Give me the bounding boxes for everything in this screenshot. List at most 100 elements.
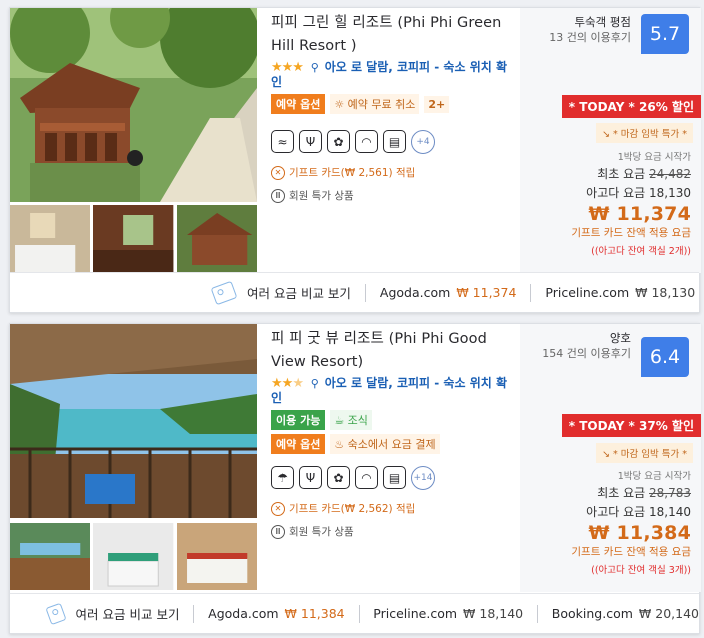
divider: [364, 283, 366, 302]
divider: [530, 283, 532, 302]
agoda-price: 아고다 요금 18,130: [586, 186, 691, 200]
thumbnail-strip: [10, 205, 257, 272]
restaurant-icon: Ψ: [299, 130, 322, 153]
hotel-info: 피 피 굿 뷰 리조트 (Phi Phi Good View Resort) ★…: [271, 328, 516, 539]
location-row: ★★★ ⚲ 아오 로 달람, 코피피 - 숙소 위치 확인: [271, 60, 516, 90]
wifi-icon: ◠: [355, 466, 378, 489]
review-score: 5.7: [641, 14, 689, 54]
more-amenities-button[interactable]: +4: [411, 130, 435, 154]
thumbnail-photo[interactable]: [93, 523, 174, 590]
price-panel[interactable]: 양호 154 건의 이용후기 6.4 * TODAY * 37% 할인 ↘ * …: [520, 324, 701, 592]
divider: [193, 604, 195, 623]
site-price-priceline[interactable]: Priceline.com ₩ 18,140: [373, 606, 523, 621]
compare-prices-link[interactable]: 여러 요금 비교 보기: [76, 604, 180, 623]
map-pin-icon: ⚲: [310, 377, 319, 390]
review-count[interactable]: 13 건의 이용후기: [549, 30, 631, 46]
member-deal: Ⅲ 회원 특가 상품: [271, 188, 516, 203]
hotel-card-green-hill[interactable]: 피피 그린 힐 리조트 (Phi Phi Green Hill Resort )…: [9, 7, 701, 313]
badge-row: 예약 옵션 ☼ 예약 무료 취소 2+: [271, 94, 516, 114]
breakfast-badge: ☕ 조식: [330, 410, 372, 430]
price-tag-icon: [210, 280, 238, 305]
member-deal: Ⅲ 회원 특가 상품: [271, 524, 516, 539]
thumbnail-photo[interactable]: [10, 523, 91, 590]
beach-umbrella-icon: ☂: [271, 466, 294, 489]
review-label: 투숙객 평점: [574, 15, 631, 29]
more-amenities-button[interactable]: +14: [411, 466, 435, 490]
booking-option-badge: 예약 옵션: [271, 434, 326, 454]
member-icon: Ⅲ: [271, 188, 285, 203]
hotel-info: 피피 그린 힐 리조트 (Phi Phi Green Hill Resort )…: [271, 12, 516, 203]
thumbnail-photo[interactable]: [176, 523, 257, 590]
final-price[interactable]: ₩ 11,384: [571, 521, 691, 545]
handshake-icon: ☼: [334, 98, 348, 111]
swimming-pool-icon: ≈: [271, 130, 294, 153]
star-rating: ★★★: [271, 60, 304, 75]
thumbnail-photo[interactable]: [10, 205, 91, 272]
gift-applied-note: 기프트 카드 잔액 적용 요금: [571, 546, 691, 558]
amenity-icons: ☂ Ψ ✿ ◠ ▤ +14: [271, 466, 516, 490]
price-compare-bar: 여러 요금 비교 보기 Agoda.com ₩ 11,374 Priceline.…: [10, 272, 699, 312]
deadline-deal-badge: ↘ * 마감 임박 특가 *: [596, 443, 693, 463]
location-row: ★★★ ⚲ 아오 로 달람, 코피피 - 숙소 위치 확인: [271, 376, 516, 406]
review-label: 양호: [609, 331, 631, 345]
map-pin-icon: ⚲: [310, 61, 319, 74]
thumbnail-photo[interactable]: [93, 205, 174, 272]
review-summary: 양호 154 건의 이용후기: [542, 330, 631, 362]
today-discount-badge: * TODAY * 37% 할인: [561, 414, 701, 437]
review-count[interactable]: 154 건의 이용후기: [542, 346, 631, 362]
spa-icon: ✿: [327, 130, 350, 153]
member-icon: Ⅲ: [271, 524, 285, 539]
amenity-icons: ≈ Ψ ✿ ◠ ▤ +4: [271, 130, 516, 154]
thumbnail-strip: [10, 523, 257, 590]
site-price-booking[interactable]: Booking.com ₩ 20,140: [552, 606, 699, 621]
price-from-label: 1박당 요금 시작가: [617, 471, 691, 482]
deadline-deal-badge: ↘ * 마감 임박 특가 *: [596, 123, 693, 143]
divider: [358, 604, 360, 623]
cup-icon: ☕: [334, 414, 348, 427]
hand-icon: ♨: [334, 438, 348, 451]
review-summary: 투숙객 평점 13 건의 이용후기: [549, 14, 631, 46]
gift-card-reward: ✕ 기프트 카드(₩ 2,561) 적립: [271, 165, 516, 180]
gift-icon: ✕: [271, 501, 285, 516]
rooms-remaining: ((아고다 잔여 객실 2개)): [591, 246, 691, 257]
main-photo[interactable]: [10, 324, 257, 518]
star-rating: ★★★: [271, 376, 304, 391]
agoda-price: 아고다 요금 18,140: [586, 505, 691, 519]
site-price-agoda[interactable]: Agoda.com ₩ 11,374: [380, 285, 516, 300]
price-block: 1박당 요금 시작가 최초 요금 28,783 아고다 요금 18,140 ₩ …: [571, 470, 691, 580]
air-conditioning-icon: ▤: [383, 466, 406, 489]
gift-icon: ✕: [271, 165, 285, 180]
location-link[interactable]: 아오 로 달람, 코피피 - 숙소 위치 확인: [271, 60, 507, 89]
spa-icon: ✿: [327, 466, 350, 489]
price-from-label: 1박당 요금 시작가: [617, 152, 691, 163]
free-cancel-badge: ☼ 예약 무료 취소: [330, 94, 420, 114]
hotel-title[interactable]: 피피 그린 힐 리조트 (Phi Phi Green Hill Resort ): [271, 12, 516, 58]
compare-prices-link[interactable]: 여러 요금 비교 보기: [247, 283, 351, 302]
price-tag-icon: [45, 602, 67, 625]
restaurant-icon: Ψ: [299, 466, 322, 489]
original-price: 최초 요금 28,783: [597, 486, 691, 500]
divider: [537, 604, 538, 623]
hotel-card-good-view[interactable]: 피 피 굿 뷰 리조트 (Phi Phi Good View Resort) ★…: [9, 323, 701, 634]
pay-at-property-badge: ♨ 숙소에서 요금 결제: [330, 434, 440, 454]
air-conditioning-icon: ▤: [383, 130, 406, 153]
thumbnail-photo[interactable]: [176, 205, 257, 272]
today-discount-badge: * TODAY * 26% 할인: [561, 95, 701, 118]
price-panel[interactable]: 투숙객 평점 13 건의 이용후기 5.7 * TODAY * 26% 할인 ↘…: [520, 8, 701, 273]
hotel-title[interactable]: 피 피 굿 뷰 리조트 (Phi Phi Good View Resort): [271, 328, 516, 374]
more-badges-count[interactable]: 2+: [424, 95, 450, 113]
original-price: 최초 요금 24,482: [597, 167, 691, 181]
wifi-icon: ◠: [355, 130, 378, 153]
location-link[interactable]: 아오 로 달람, 코피피 - 숙소 위치 확인: [271, 376, 507, 405]
final-price[interactable]: ₩ 11,374: [571, 202, 691, 226]
rooms-remaining: ((아고다 잔여 객실 3개)): [591, 565, 691, 576]
gift-applied-note: 기프트 카드 잔액 적용 요금: [571, 227, 691, 239]
review-score: 6.4: [641, 337, 689, 377]
available-badge: 이용 가능: [271, 410, 326, 430]
main-photo[interactable]: [10, 8, 257, 202]
badge-row: 예약 옵션 ♨ 숙소에서 요금 결제: [271, 434, 516, 454]
booking-option-badge: 예약 옵션: [271, 94, 326, 114]
site-price-agoda[interactable]: Agoda.com ₩ 11,384: [208, 606, 344, 621]
site-price-priceline[interactable]: Priceline.com ₩ 18,130: [545, 285, 695, 300]
price-block: 1박당 요금 시작가 최초 요금 24,482 아고다 요금 18,130 ₩ …: [571, 151, 691, 261]
